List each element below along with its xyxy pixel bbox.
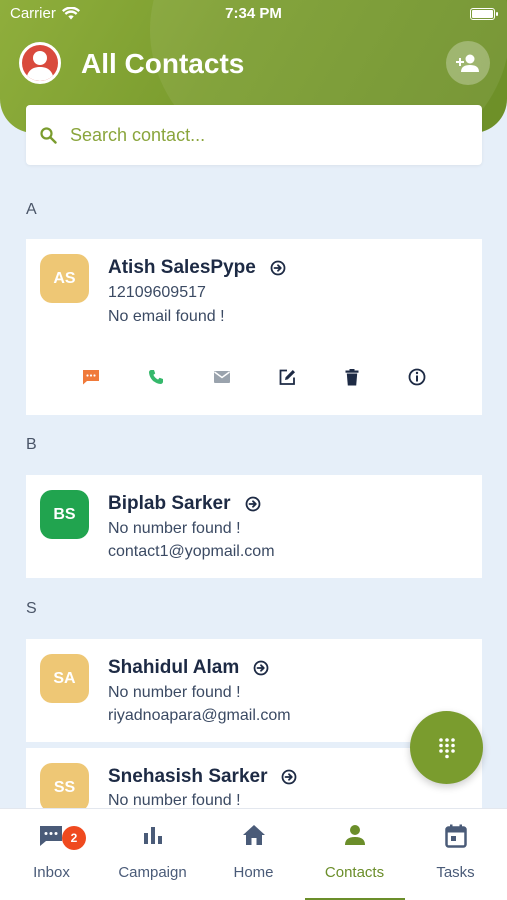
battery-icon	[470, 8, 498, 20]
contact-actions	[26, 365, 482, 389]
arrow-circle-right-icon[interactable]	[281, 769, 297, 785]
nav-label: Contacts	[324, 864, 385, 881]
email-button[interactable]	[210, 365, 234, 389]
edit-button[interactable]	[275, 365, 299, 389]
contact-email: riyadnoapara@gmail.com	[108, 707, 291, 724]
person-icon	[344, 825, 365, 845]
mail-icon	[214, 371, 230, 383]
contact-email: No email found !	[108, 308, 225, 325]
dialpad-button[interactable]	[410, 711, 483, 784]
arrow-circle-right-icon[interactable]	[245, 496, 261, 512]
section-letter-b: B	[26, 436, 37, 453]
search-box[interactable]	[26, 105, 482, 165]
delete-icon	[345, 368, 359, 385]
nav-label: Campaign	[118, 864, 187, 881]
search-input[interactable]	[70, 115, 470, 155]
nav-label: Tasks	[436, 864, 475, 881]
contact-card[interactable]: BS Biplab Sarker No number found ! conta…	[26, 475, 482, 578]
call-button[interactable]	[144, 365, 168, 389]
nav-campaign[interactable]: Campaign	[102, 809, 203, 900]
home-icon	[242, 825, 265, 845]
contact-card[interactable]: AS Atish SalesPype 12109609517 No email …	[26, 239, 482, 415]
phone-icon	[149, 370, 163, 384]
contact-avatar: SS	[40, 763, 89, 812]
section-letter-a: A	[26, 201, 37, 218]
info-icon	[408, 368, 426, 386]
clock: 7:34 PM	[225, 5, 282, 22]
calendar-icon	[444, 824, 467, 848]
contact-phone: No number found !	[108, 684, 241, 701]
status-bar: Carrier 7:34 PM	[0, 0, 507, 28]
message-button[interactable]	[79, 365, 103, 389]
nav-label: Inbox	[33, 864, 70, 881]
nav-inbox[interactable]: 2 Inbox	[1, 809, 102, 900]
contact-avatar: SA	[40, 654, 89, 703]
delete-button[interactable]	[340, 365, 364, 389]
contact-name: Atish SalesPype	[108, 257, 256, 278]
arrow-circle-right-icon[interactable]	[270, 260, 286, 276]
contact-card[interactable]: SA Shahidul Alam No number found ! riyad…	[26, 639, 482, 742]
inbox-icon	[39, 826, 62, 846]
contact-name: Snehasish Sarker	[108, 766, 268, 787]
contact-name: Biplab Sarker	[108, 493, 231, 514]
contact-phone: 12109609517	[108, 284, 206, 301]
contact-avatar: AS	[40, 254, 89, 303]
nav-tasks[interactable]: Tasks	[405, 809, 506, 900]
info-button[interactable]	[405, 365, 429, 389]
edit-icon	[279, 369, 295, 385]
bottom-nav: 2 Inbox Campaign Home Contacts Tasks	[0, 808, 507, 900]
dialpad-icon	[438, 737, 455, 758]
contact-name: Shahidul Alam	[108, 657, 240, 678]
inbox-badge: 2	[62, 826, 86, 850]
contact-avatar: BS	[40, 490, 89, 539]
message-icon	[83, 370, 99, 385]
section-letter-s: S	[26, 600, 37, 617]
person-add-icon	[456, 54, 479, 72]
user-avatar[interactable]	[19, 42, 61, 84]
user-avatar-icon	[26, 51, 54, 81]
contact-email: contact1@yopmail.com	[108, 543, 275, 560]
add-contact-button[interactable]	[446, 41, 490, 85]
arrow-circle-right-icon[interactable]	[253, 660, 269, 676]
bar-chart-icon	[143, 827, 162, 844]
search-icon	[40, 127, 57, 144]
nav-contacts[interactable]: Contacts	[304, 809, 405, 900]
nav-home[interactable]: Home	[203, 809, 304, 900]
nav-label: Home	[233, 864, 274, 881]
page-title: All Contacts	[81, 48, 245, 79]
contact-phone: No number found !	[108, 520, 241, 537]
